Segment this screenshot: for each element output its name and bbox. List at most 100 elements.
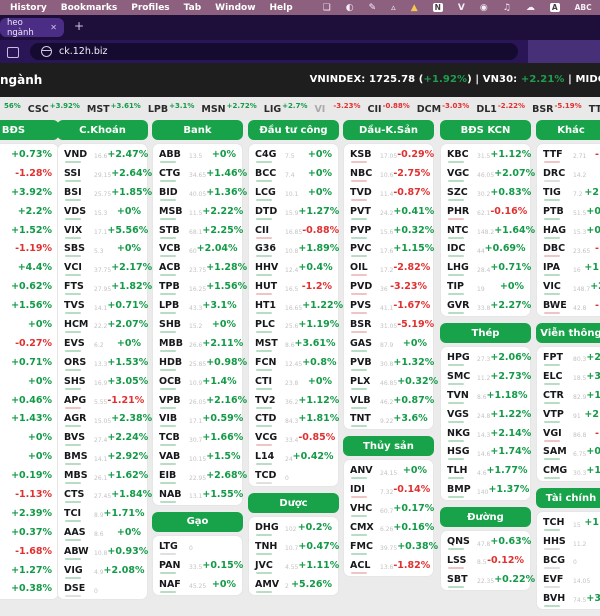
stock-row[interactable]: HCM 22.2 +2.07% (64, 315, 148, 334)
stock-row[interactable]: HPG 27.3 +2.06% (447, 348, 531, 367)
stock-row[interactable]: ACB 23.75 +1.28% (159, 258, 247, 277)
stock-row[interactable]: HUT 16.5 -1.2% (255, 277, 332, 296)
stock-row[interactable]: LCG 10.1 +0% (255, 183, 332, 202)
stock-row[interactable]: OCB 10.9 +1.4% (159, 372, 237, 391)
stock-row[interactable]: PLX 46.85 +0.32% (350, 372, 438, 391)
stock-row[interactable]: BSI 25.75 +1.85% (64, 183, 152, 202)
stock-row[interactable]: AAS 8.6 +0% (64, 523, 141, 542)
stock-row[interactable]: VIX 17.1 +5.56% (64, 221, 148, 240)
stock-row[interactable]: DSE 0 (64, 579, 141, 598)
stock-row[interactable]: EVS 6.2 +0% (64, 334, 141, 353)
stock-row[interactable]: PLC 25.6 +1.19% (255, 315, 339, 334)
stock-row[interactable]: SBS 5.3 +0% (64, 239, 141, 258)
stock-row[interactable]: BWE 42.8- (543, 296, 599, 315)
cloud-icon[interactable]: ☁ (526, 3, 535, 13)
stock-row[interactable]: TIG 7.2 +2 (543, 183, 599, 202)
menu-window[interactable]: Window (215, 3, 255, 13)
stock-row[interactable]: MBS 26.1 +1.62% (64, 466, 148, 485)
stock-row[interactable]: ORS 13.3 +1.53% (64, 353, 148, 372)
ticker-strip-item[interactable]: CII-0.88% (368, 102, 410, 115)
stock-row[interactable]: VCG 33.4 -0.85% (255, 428, 335, 447)
stock-row[interactable]: NKG 14.3 +2.14% (447, 424, 531, 443)
stock-row[interactable]: PHR 62.1 -0.16% (447, 202, 527, 221)
stock-row[interactable]: KSB 17.05 -0.29% (350, 145, 434, 164)
stock-row[interactable]: BCC 7.4 +0% (255, 164, 332, 183)
stock-row[interactable]: LSS 8.5 -0.12% (447, 551, 524, 570)
ticker-strip-item[interactable]: LIG+2.7% (264, 102, 308, 115)
stock-row[interactable]: VCB 60 +2.04% (159, 239, 238, 258)
stock-row[interactable]: BCG 0 (543, 551, 599, 570)
stock-row[interactable]: CMX 6.26 +0.16% (350, 518, 434, 537)
stock-row[interactable]: AMV 2 +5.26% (255, 575, 332, 594)
sector-header[interactable]: Bank (152, 120, 243, 140)
stock-row[interactable]: DTD 15.9 +1.27% (255, 202, 339, 221)
tab-close-icon[interactable]: ✕ (50, 23, 57, 32)
stock-row[interactable]: CMG 30.3 +1 (543, 461, 600, 480)
stock-row[interactable]: BMP 140 +1.37% (447, 480, 529, 499)
stock-row[interactable]: HSG 14.6 +1.74% (447, 442, 531, 461)
stock-row[interactable]: LPB 43.3 +3.1% (159, 296, 237, 315)
stock-row[interactable]: VIG 4.9 +2.08% (64, 561, 144, 580)
stock-row[interactable]: HAG 15.3 +0 (543, 221, 600, 240)
stock-row[interactable]: BVS 27.4 +2.24% (64, 428, 148, 447)
stock-row[interactable]: PVS 41.1 -1.67% (350, 296, 430, 315)
stock-row[interactable]: +0.62% (0, 277, 52, 296)
stock-row[interactable]: SHB 15.2 +0% (159, 315, 236, 334)
stock-row[interactable]: +0.71% (0, 353, 52, 372)
menu-bookmarks[interactable]: Bookmarks (61, 3, 117, 13)
stock-row[interactable]: PVC 17.6 +1.15% (350, 239, 434, 258)
menu-profiles[interactable]: Profiles (131, 3, 169, 13)
toolbar-right-panel[interactable] (528, 40, 600, 63)
stock-row[interactable]: +0% (0, 315, 52, 334)
stock-row[interactable]: IDI 7.32 -0.14% (350, 480, 430, 499)
stock-row[interactable]: APG 5.55 -1.21% (64, 391, 144, 410)
stock-row[interactable]: PVB 30.8 +1.32% (350, 353, 434, 372)
stock-row[interactable]: +1.52% (0, 221, 52, 240)
ticker-strip-item[interactable]: MSN+2.72% (201, 102, 256, 115)
stock-row[interactable]: QNS 47.8 +0.63% (447, 532, 531, 551)
stock-row[interactable]: DBC 23.65- (543, 239, 599, 258)
stock-row[interactable]: FTS 27.95 +1.82% (64, 277, 152, 296)
notes-icon[interactable]: N (432, 3, 443, 12)
ticker-strip-item[interactable]: BSR-5.19% (532, 102, 582, 115)
stock-row[interactable]: CTS 27.45 +1.84% (64, 485, 152, 504)
sector-header[interactable]: BĐS (0, 120, 59, 140)
stock-row[interactable]: NBC 10.6 -2.75% (350, 164, 430, 183)
stock-row[interactable]: CTI 23.8 +0% (255, 372, 332, 391)
menu-tab[interactable]: Tab (184, 3, 202, 13)
stock-row[interactable]: +0.38% (0, 579, 52, 598)
stock-row[interactable]: GVR 33.8 +2.27% (447, 296, 531, 315)
shield-icon[interactable]: ◐ (346, 3, 354, 13)
stock-row[interactable]: +0.73% (0, 145, 52, 164)
stock-row[interactable]: DHG 102 +0.2% (255, 518, 332, 537)
stock-row[interactable]: SAM 6.75 +0 (543, 442, 600, 461)
stock-row[interactable]: VHC 60.7 +0.17% (350, 499, 434, 518)
warning-icon[interactable]: ▲ (411, 3, 418, 13)
stock-row[interactable]: FCN 12.45 +0.8% (255, 353, 337, 372)
stock-row[interactable]: HHS 11.2 (543, 532, 599, 551)
ticker-strip-item[interactable]: CSC+3.92% (28, 102, 80, 115)
ticker-strip-item[interactable]: LPB+3.1% (148, 102, 195, 115)
stock-row[interactable]: STB 68.1 +2.25% (159, 221, 243, 240)
stock-row[interactable]: CII 16.85 -0.88% (255, 221, 339, 240)
stock-row[interactable]: +0.19% (0, 466, 52, 485)
sector-header[interactable]: Dầu-K.Sản (343, 120, 434, 140)
stock-row[interactable]: +0% (0, 447, 52, 466)
stock-row[interactable]: +1.27% (0, 561, 52, 580)
stock-row[interactable]: VCI 37.75 +2.17% (64, 258, 152, 277)
stock-row[interactable]: NTC 148.2 +1.64% (447, 221, 535, 240)
stock-row[interactable]: TCB 30.7 +1.66% (159, 428, 243, 447)
stock-row[interactable]: +1.56% (0, 296, 52, 315)
stock-row[interactable]: BSR 31.05 -5.19% (350, 315, 434, 334)
stock-row[interactable]: G36 10.8 +1.89% (255, 239, 339, 258)
stock-row[interactable]: VTP 91 +2 (543, 405, 599, 424)
stock-row[interactable]: VGS 24.8 +1.22% (447, 405, 531, 424)
stock-row[interactable]: HT1 16.65 +1.22% (255, 296, 343, 315)
pen-icon[interactable]: ✎ (369, 3, 377, 13)
stock-row[interactable]: -1.13% (0, 485, 52, 504)
stock-row[interactable]: VGC 46.05 +2.07% (447, 164, 535, 183)
ticker-strip-item[interactable]: VI (314, 104, 325, 115)
ticker-strip-item[interactable]: DCM-3.03% (417, 102, 470, 115)
stock-row[interactable]: LHG 28.4 +0.71% (447, 258, 531, 277)
stock-row[interactable]: PVT 24.2 +0.41% (350, 202, 434, 221)
